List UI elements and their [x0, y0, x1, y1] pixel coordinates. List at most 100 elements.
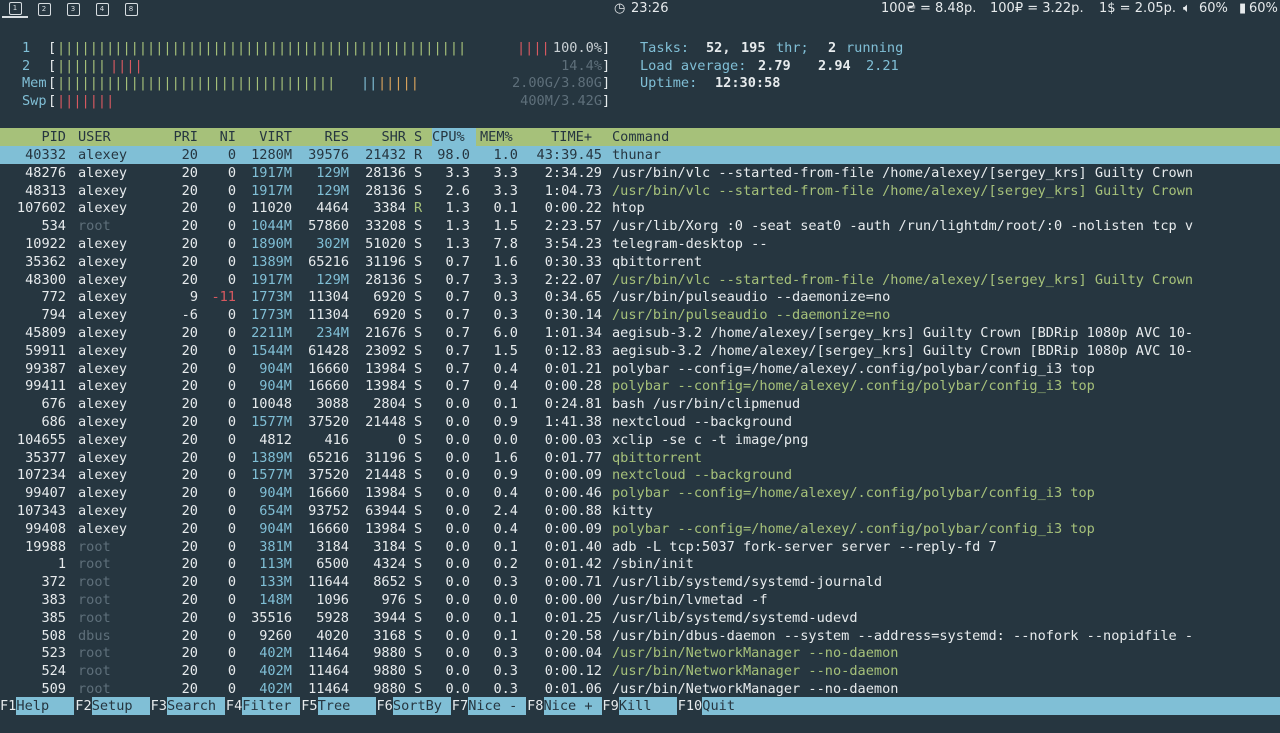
process-row[interactable]: 1 root 20 0 113M 6500 4324 S 0.0 0.2 0:01.42/sbin/… [0, 555, 1280, 573]
fkey-3: F3 [150, 698, 167, 714]
cell-pid: 104655 [16, 431, 66, 448]
fkey-4-button[interactable]: Filter [242, 697, 301, 715]
fkey-4: F4 [225, 698, 243, 714]
col-ni[interactable]: NI [200, 128, 236, 146]
process-row[interactable]: 35362 alexey 20 0 1389M 65216 31196 S 0.7 1.6 0:30… [0, 253, 1280, 271]
process-row[interactable]: 99387 alexey 20 0 904M 16660 13984 S 0.7 0.4 0:01.… [0, 360, 1280, 378]
process-row-selected[interactable]: 40332 alexey 20 0 1280M 39576 21432 R 98.0 1.0 43:… [0, 146, 1280, 164]
cell-res: 11464 [308, 681, 349, 697]
col-pid[interactable]: PID [0, 128, 66, 146]
process-row[interactable]: 10922 alexey 20 0 1890M 302M 51020 S 1.3 7.8 3:54.… [0, 235, 1280, 253]
col-cpu[interactable]: CPU% [432, 128, 476, 146]
col-virt[interactable]: VIRT [240, 128, 292, 146]
cell-res: 129M [316, 182, 349, 199]
workspace-4[interactable]: 4 [89, 0, 115, 18]
fkey-10-button[interactable]: Quit [702, 697, 1280, 715]
rate-uah: 100₴ = 8.48р. [881, 1, 977, 16]
cell-res: 4020 [316, 627, 349, 644]
process-row[interactable]: 372 root 20 0 133M 11644 8652 S 0.0 0.3 0:00.71/us… [0, 573, 1280, 591]
process-row[interactable]: 772 alexey 9 -11 1773M 11304 6920 S 0.7 0.3 0:34.6… [0, 288, 1280, 306]
cell-cpu: 0.0 [445, 609, 470, 626]
cell-pri: 20 [181, 645, 198, 662]
process-row[interactable]: 676 alexey 20 0 10048 3088 2804 S 0.0 0.1 0:24.81 b… [0, 395, 1280, 413]
cell-cpu: 1.3 [445, 236, 470, 252]
fkey-7: F7 [451, 698, 469, 714]
col-shr[interactable]: SHR [350, 128, 406, 146]
cell-command: aegisub-3.2 /home/alexey/[sergey_krs] Gu… [612, 342, 1194, 359]
volume-icon[interactable]: 🔈︎ [1183, 1, 1191, 16]
process-row[interactable]: 509 root 20 0 402M 11464 9880 S 0.0 0.3 0:01.06/us… [0, 680, 1280, 698]
process-row[interactable]: 107343 alexey 20 0 654M 93752 63944 S 0.0 2.4 0:00… [0, 502, 1280, 520]
process-row[interactable]: 59911 alexey 20 0 1544M 61428 23092 S 0.7 1.5 0:12… [0, 342, 1280, 360]
col-state[interactable]: S [414, 128, 422, 146]
cell-mem: 0.9 [493, 467, 518, 484]
process-row[interactable]: 99408 alexey 20 0 904M 16660 13984 S 0.0 0.4 0:00.… [0, 520, 1280, 538]
cell-user: alexey [78, 396, 128, 413]
cell-shr: 13984 [365, 485, 406, 502]
col-user[interactable]: USER [78, 128, 111, 146]
process-row[interactable]: 99407 alexey 20 0 904M 16660 13984 S 0.0 0.4 0:00.… [0, 484, 1280, 502]
cell-mem: 2.4 [493, 503, 518, 519]
fkey-6-button[interactable]: SortBy [392, 697, 451, 715]
cell-time: 0:01.25 [544, 609, 602, 626]
cell-user: alexey [78, 360, 128, 377]
fkey-7-button[interactable]: Nice - [468, 697, 527, 715]
cell-mem: 0.1 [493, 200, 518, 217]
cell-ni: 0 [227, 271, 236, 288]
cell-res: 1096 [316, 592, 349, 608]
cell-ni: 0 [227, 307, 236, 324]
cell-pid: 19988 [25, 538, 66, 555]
cell-mem: 1.6 [493, 449, 518, 466]
cell-mem: 0.4 [493, 360, 518, 377]
process-row[interactable]: 385 root 20 0 35516 5928 3944 S 0.0 0.1 0:01.25/us… [0, 609, 1280, 627]
process-row[interactable]: 104655 alexey 20 0 4812 416 0 S 0.0 0.0 0:00.03 xcl… [0, 431, 1280, 449]
cell-user: alexey [78, 485, 128, 502]
process-row[interactable]: 48276 alexey 20 0 1917M 129M 28136 S 3.3 3.3 2:34.… [0, 164, 1280, 182]
process-row[interactable]: 383 root 20 0 148M 1096 976 S 0.0 0.0 0:00.00/usr/… [0, 591, 1280, 609]
col-mem[interactable]: MEM% [480, 128, 513, 146]
fkey-5-button[interactable]: Tree [317, 697, 376, 715]
cell-virt: 1577M [251, 414, 292, 430]
cell-user: root [78, 592, 111, 608]
volume-level[interactable]: 60% [1199, 1, 1228, 16]
process-row[interactable]: 19988 root 20 0 381M 3184 3184 S 0.0 0.1 0:01.40 ad… [0, 538, 1280, 556]
process-row[interactable]: 48300 alexey 20 0 1917M 129M 28136 S 0.7 3.3 2:22.… [0, 271, 1280, 289]
fkey-8-button[interactable]: Nice + [543, 697, 602, 715]
process-row[interactable]: 45809 alexey 20 0 2211M 234M 21676 S 0.7 6.0 1:01.… [0, 324, 1280, 342]
cell-virt: 9260 [259, 627, 292, 644]
cell-pid: 99411 [25, 378, 66, 395]
workspace-2[interactable]: 2 [31, 0, 57, 18]
process-row[interactable]: 35377 alexey 20 0 1389M 65216 31196 S 0.0 1.6 0:01… [0, 449, 1280, 467]
workspace-3[interactable]: 3 [60, 0, 86, 18]
rate-rub: 100₽ = 3.22р. [990, 1, 1084, 16]
cell-command: /usr/lib/systemd/systemd-journald [612, 574, 883, 591]
cell-s: S [414, 360, 423, 377]
col-command[interactable]: Command [612, 128, 669, 146]
fkey-9-button[interactable]: Kill [618, 697, 677, 715]
process-row[interactable]: 534 root 20 0 1044M 57860 33208 S 1.3 1.5 2:23.57 /… [0, 217, 1280, 235]
col-pri[interactable]: PRI [160, 128, 198, 146]
col-time[interactable]: TIME+ [520, 128, 592, 146]
col-res[interactable]: RES [294, 128, 349, 146]
process-row[interactable]: 107234 alexey 20 0 1577M 37520 21448 S 0.0 0.9 0:0… [0, 466, 1280, 484]
process-row[interactable]: 686 alexey 20 0 1577M 37520 21448 S 0.0 0.9 1:41.3… [0, 413, 1280, 431]
uptime-value: 12:30:58 [715, 75, 781, 91]
fkey-2-button[interactable]: Setup [91, 697, 150, 715]
process-row[interactable]: 48313 alexey 20 0 1917M 129M 28136 S 2.6 3.3 1:04.… [0, 182, 1280, 200]
cell-s: S [414, 378, 423, 395]
cell-user: alexey [78, 182, 128, 199]
fkey-1-button[interactable]: Help [16, 697, 75, 715]
process-row[interactable]: 99411 alexey 20 0 904M 16660 13984 S 0.7 0.4 0:00.… [0, 377, 1280, 395]
process-row[interactable]: 523 root 20 0 402M 11464 9880 S 0.0 0.3 0:00.04/us… [0, 644, 1280, 662]
cell-mem: 0.3 [493, 289, 518, 306]
process-row[interactable]: 107602 alexey 20 0 11020 4464 3384 R 1.3 0.1 0:00.… [0, 199, 1280, 217]
cell-res: 65216 [308, 449, 349, 466]
process-row[interactable]: 508 dbus 20 0 9260 4020 3168 S 0.0 0.1 0:20.58/usr… [0, 627, 1280, 645]
process-row[interactable]: 794 alexey -6 0 1773M 11304 6920 S 0.7 0.3 0:30.14… [0, 306, 1280, 324]
workspace-1[interactable]: 1 [2, 0, 28, 18]
workspace-8[interactable]: 8 [118, 0, 144, 18]
process-row[interactable]: 524 root 20 0 402M 11464 9880 S 0.0 0.3 0:00.12/us… [0, 662, 1280, 680]
fkey-3-button[interactable]: Search [167, 697, 225, 715]
cell-mem: 0.9 [493, 414, 518, 430]
top-status-bar: 1 2 3 4 8 ◷ 23:26 100₴ = 8.48р. 100₽ = 3… [0, 0, 1280, 18]
